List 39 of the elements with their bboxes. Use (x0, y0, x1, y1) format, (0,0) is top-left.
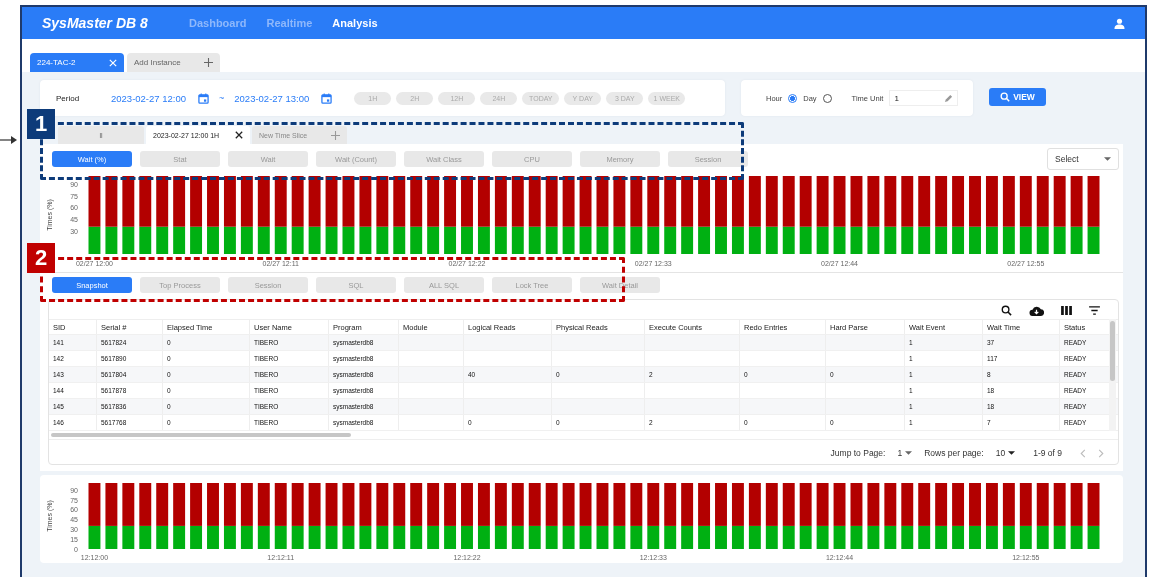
pencil-icon (944, 93, 954, 103)
plus-icon[interactable] (204, 58, 213, 67)
period-label: Period (56, 93, 81, 103)
caret-icon (905, 451, 913, 455)
plus-icon[interactable] (331, 130, 340, 140)
view-button[interactable]: VIEW (989, 88, 1046, 106)
cloud-download-icon[interactable] (1029, 305, 1044, 316)
select-dropdown[interactable]: Select (1047, 148, 1119, 170)
page-range: 1-9 of 9 (1033, 448, 1062, 458)
search-icon (1000, 92, 1011, 102)
filter-icon[interactable] (1089, 306, 1100, 315)
scrollbar[interactable] (1109, 319, 1116, 431)
tab-label: 224-TAC-2 (37, 58, 76, 67)
instance-tab[interactable]: 224-TAC-2 (30, 53, 124, 72)
rows-dropdown[interactable]: 10 (995, 448, 1016, 458)
close-icon[interactable] (235, 131, 243, 139)
time-unit-field[interactable]: 1 (889, 90, 959, 106)
arrow-icon (0, 135, 18, 145)
caret-icon (1008, 451, 1016, 455)
search-icon[interactable] (1001, 305, 1012, 316)
step-marker: 2 (27, 243, 55, 273)
columns-icon[interactable] (1061, 306, 1072, 315)
jump-label: Jump to Page: (830, 448, 886, 458)
tab-label: Add Instance (134, 58, 181, 67)
step-marker: 1 (27, 109, 55, 139)
end-date[interactable]: 2023-02-27 13:00 (234, 92, 310, 104)
instance-tab[interactable]: Add Instance (127, 53, 220, 72)
radio-button[interactable] (822, 93, 832, 103)
user-icon[interactable] (1114, 17, 1125, 29)
range-separator: ~ (219, 93, 225, 103)
page-dropdown[interactable]: 1 (897, 448, 913, 458)
app-logo: SysMaster DB 8 (42, 15, 149, 31)
nav-link[interactable]: Analysis (332, 17, 378, 29)
rows-label: Rows per page: (924, 448, 984, 458)
caret-icon (1104, 157, 1111, 161)
start-date[interactable]: 2023-02-27 12:00 (111, 92, 186, 104)
calendar-icon[interactable] (321, 92, 333, 104)
calendar-icon[interactable] (198, 92, 209, 104)
radio-button[interactable] (788, 93, 798, 103)
